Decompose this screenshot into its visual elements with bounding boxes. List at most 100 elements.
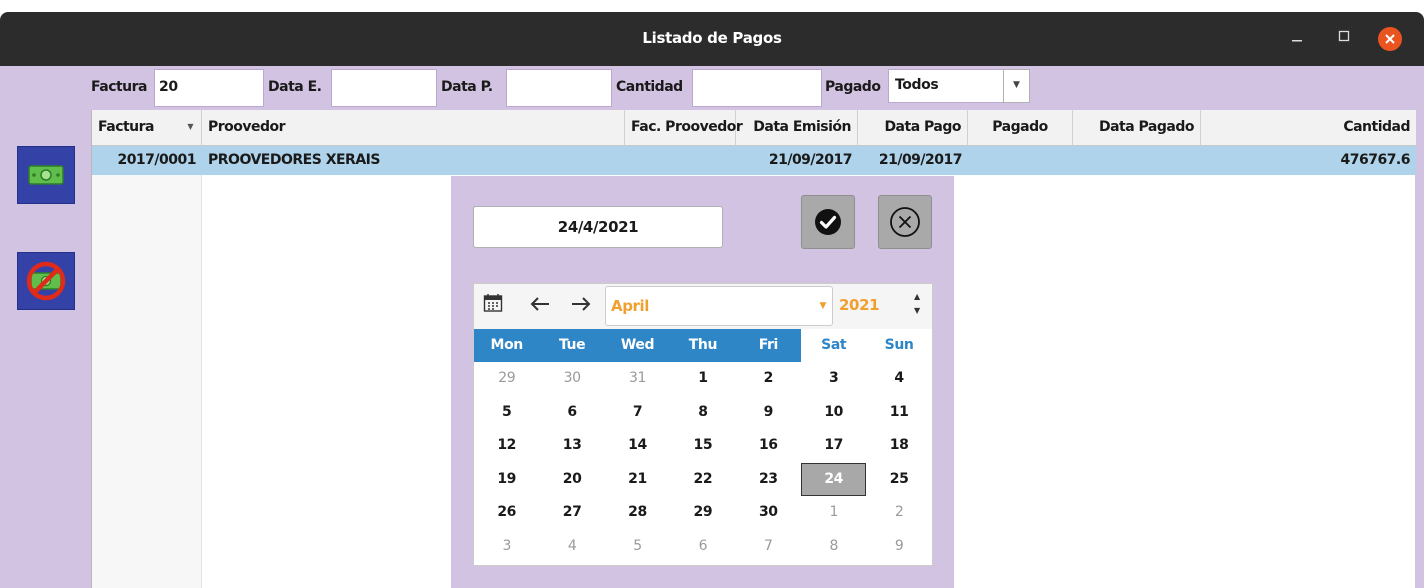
calendar-day[interactable]: 19 [474, 463, 539, 496]
weekday-fri: Fri [735, 329, 801, 362]
calendar-day[interactable]: 16 [736, 429, 801, 462]
calendar-day[interactable]: 26 [474, 496, 539, 529]
cell-data-pagado [1073, 146, 1201, 175]
close-circle-icon [890, 207, 920, 237]
calendar-day[interactable]: 25 [866, 463, 931, 496]
calendar-day[interactable]: 13 [539, 429, 604, 462]
date-input[interactable]: 24/4/2021 [473, 206, 723, 248]
year-spinner[interactable]: ▲ ▼ [914, 290, 920, 318]
column-header-data-emision[interactable]: Data Emisión [736, 110, 858, 146]
calendar: April ▼ 2021 ▲ ▼ Mon Tue Wed Thu Fri Sat Sun 29… [473, 283, 933, 566]
table-header: Factura ▼ Proovedor Fac. Proovedor Data … [92, 110, 1416, 146]
calendar-day[interactable]: 4 [539, 530, 604, 563]
calendar-icon[interactable] [483, 293, 503, 318]
column-header-pagado[interactable]: Pagado [968, 110, 1073, 146]
data-e-filter-label: Data E. [268, 79, 322, 95]
first-column-background [92, 175, 202, 588]
calendar-navigation: April ▼ 2021 ▲ ▼ [474, 284, 932, 329]
calendar-day[interactable]: 6 [539, 396, 604, 429]
chevron-down-icon: ▼ [1013, 80, 1020, 90]
date-picker-popup: 24/4/2021 April ▼ 2021 ▲ ▼ Mon Tue Wed T… [451, 176, 954, 588]
arrow-left-icon[interactable] [529, 294, 551, 319]
calendar-day[interactable]: 2 [866, 496, 931, 529]
calendar-day[interactable]: 2 [736, 362, 801, 395]
calendar-day[interactable]: 17 [801, 429, 866, 462]
calendar-day[interactable]: 18 [866, 429, 931, 462]
minimize-icon [1292, 40, 1302, 42]
cell-data-emision: 21/09/2017 [768, 152, 853, 168]
calendar-day[interactable]: 9 [866, 530, 931, 563]
calendar-day[interactable]: 8 [801, 530, 866, 563]
calendar-day[interactable]: 5 [605, 530, 670, 563]
calendar-day[interactable]: 10 [801, 396, 866, 429]
maximize-button[interactable] [1333, 28, 1355, 50]
data-e-filter-input[interactable] [331, 69, 437, 107]
column-header-cantidad[interactable]: Cantidad [1201, 110, 1416, 146]
weekday-header: Mon Tue Wed Thu Fri Sat Sun [474, 329, 932, 362]
weekday-wed: Wed [604, 329, 671, 362]
confirm-date-button[interactable] [801, 195, 855, 249]
calendar-day[interactable]: 27 [539, 496, 604, 529]
cell-fac-proovedor [625, 146, 736, 175]
calendar-day[interactable]: 24 [801, 462, 867, 496]
weekday-tue: Tue [539, 329, 605, 362]
money-icon [28, 165, 64, 185]
calendar-day[interactable]: 6 [670, 530, 735, 563]
cell-cantidad: 476767.6 [1340, 152, 1410, 168]
cell-proovedor: PROOVEDORES XERAIS [208, 152, 380, 168]
cell-pagado [968, 146, 1073, 175]
calendar-day[interactable]: 14 [605, 429, 670, 462]
pagado-filter-select[interactable]: Todos [888, 69, 1004, 103]
column-header-data-pagado[interactable]: Data Pagado [1073, 110, 1201, 146]
calendar-day[interactable]: 29 [670, 496, 735, 529]
calendar-day[interactable]: 23 [736, 463, 801, 496]
calendar-day[interactable]: 31 [605, 362, 670, 395]
calendar-day[interactable]: 9 [736, 396, 801, 429]
month-select[interactable]: April ▼ [605, 286, 833, 326]
close-icon [1385, 34, 1395, 44]
column-header-proovedor[interactable]: Proovedor [202, 110, 625, 146]
factura-filter-input[interactable]: 20 [154, 69, 264, 107]
calendar-day[interactable]: 11 [866, 396, 931, 429]
weekday-sat: Sat [801, 329, 867, 362]
close-button[interactable] [1378, 27, 1402, 51]
calendar-day[interactable]: 28 [605, 496, 670, 529]
calendar-day[interactable]: 1 [801, 496, 866, 529]
calendar-day[interactable]: 12 [474, 429, 539, 462]
calendar-day[interactable]: 20 [539, 463, 604, 496]
cantidad-filter-input[interactable] [692, 69, 822, 107]
calendar-day[interactable]: 7 [605, 396, 670, 429]
column-header-data-pago[interactable]: Data Pago [858, 110, 968, 146]
column-header-factura[interactable]: Factura ▼ [92, 110, 202, 146]
column-header-fac-proovedor[interactable]: Fac. Proovedor [625, 110, 743, 146]
calendar-day[interactable]: 4 [866, 362, 931, 395]
calendar-day[interactable]: 21 [605, 463, 670, 496]
calendar-day[interactable]: 29 [474, 362, 539, 395]
unpay-button[interactable] [17, 252, 75, 310]
calendar-day[interactable]: 3 [474, 530, 539, 563]
window-title: Listado de Pagos [642, 29, 782, 47]
maximize-icon [1338, 30, 1350, 42]
calendar-day[interactable]: 5 [474, 396, 539, 429]
year-field[interactable]: 2021 [839, 296, 880, 314]
calendar-day[interactable]: 8 [670, 396, 735, 429]
pagado-dropdown-button[interactable]: ▼ [1003, 69, 1030, 103]
minimize-button[interactable] [1286, 28, 1308, 50]
table-row[interactable]: 2017/0001 PROOVEDORES XERAIS 21/09/2017 … [92, 146, 1416, 175]
cancel-date-button[interactable] [878, 195, 932, 249]
arrow-right-icon[interactable] [570, 294, 592, 319]
data-p-filter-input[interactable] [506, 69, 612, 107]
calendar-day[interactable]: 30 [539, 362, 604, 395]
check-circle-icon [815, 209, 841, 235]
calendar-day[interactable]: 3 [801, 362, 866, 395]
calendar-day[interactable]: 15 [670, 429, 735, 462]
calendar-day[interactable]: 22 [670, 463, 735, 496]
chevron-down-icon: ▼ [819, 301, 826, 311]
pay-button[interactable] [17, 146, 75, 204]
weekday-mon: Mon [474, 329, 540, 362]
factura-filter-label: Factura [91, 79, 148, 95]
calendar-day[interactable]: 7 [736, 530, 801, 563]
no-money-icon [26, 261, 66, 301]
calendar-day[interactable]: 30 [736, 496, 801, 529]
calendar-day[interactable]: 1 [670, 362, 735, 395]
